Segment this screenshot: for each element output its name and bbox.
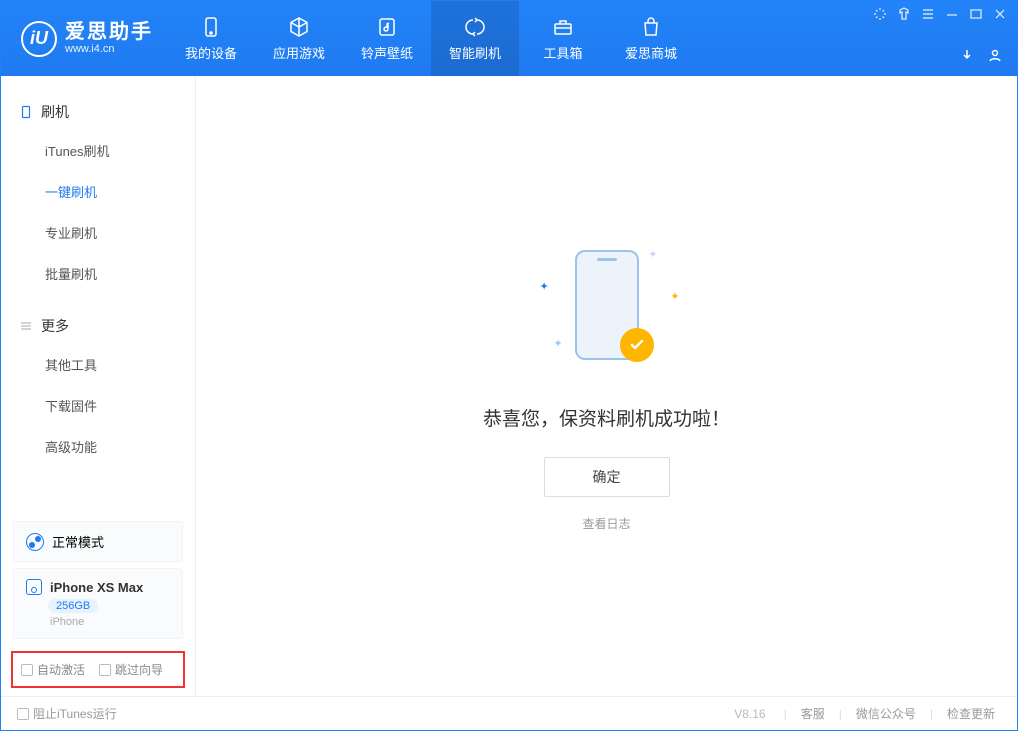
header: iU 爱思助手 www.i4.cn 我的设备 应用游戏 铃声壁纸 智能刷机 [1,1,1017,76]
device-name: iPhone XS Max [50,580,143,595]
mode-label: 正常模式 [52,532,104,551]
app-window: iU 爱思助手 www.i4.cn 我的设备 应用游戏 铃声壁纸 智能刷机 [0,0,1018,731]
device-mode-card[interactable]: 正常模式 [13,521,183,562]
footer: 阻止iTunes运行 V8.16 | 客服 | 微信公众号 | 检查更新 [1,696,1017,730]
device-card[interactable]: iPhone XS Max 256GB iPhone [13,568,183,639]
logo-icon: iU [21,21,57,57]
download-button[interactable] [959,47,975,68]
body: 刷机 iTunes刷机 一键刷机 专业刷机 批量刷机 更多 其他工具 下载固件 … [1,76,1017,696]
sidebar-group-flash: 刷机 [1,94,195,130]
sidebar-item-advanced[interactable]: 高级功能 [1,426,195,467]
device-type: iPhone [50,616,170,628]
footer-link-wechat[interactable]: 微信公众号 [850,705,922,722]
footer-link-update[interactable]: 检查更新 [941,705,1001,722]
theme-icon[interactable] [873,7,887,21]
sidebar-item-pro-flash[interactable]: 专业刷机 [1,212,195,253]
app-title: 爱思助手 [65,21,153,43]
sparkle-icon: ✦ [554,337,563,350]
sidebar: 刷机 iTunes刷机 一键刷机 专业刷机 批量刷机 更多 其他工具 下载固件 … [1,76,196,696]
footer-link-support[interactable]: 客服 [795,705,831,722]
check-badge-icon [620,328,654,362]
skin-icon[interactable] [897,7,911,21]
device-small-icon [26,579,42,595]
sidebar-group-more: 更多 [1,308,195,344]
device-icon [199,15,223,39]
minimize-icon[interactable] [945,7,959,21]
view-log-link[interactable]: 查看日志 [582,515,630,532]
close-icon[interactable] [993,7,1007,21]
account-button[interactable] [987,47,1003,68]
nav-flash[interactable]: 智能刷机 [431,1,519,76]
bag-icon [639,15,663,39]
success-message: 恭喜您，保资料刷机成功啦！ [483,404,730,431]
sidebar-item-batch-flash[interactable]: 批量刷机 [1,253,195,294]
sparkle-icon: ✦ [648,248,657,261]
storage-pill: 256GB [48,599,98,613]
toolbox-icon [551,15,575,39]
list-icon [19,319,33,333]
main-content: ✦ ✦ ✦ ✦ 恭喜您，保资料刷机成功啦！ 确定 查看日志 [196,76,1017,696]
cube-icon [287,15,311,39]
sparkle-icon: ✦ [670,290,679,303]
version-label: V8.16 [734,707,765,721]
nav-store[interactable]: 爱思商城 [607,1,695,76]
highlight-options: 自动激活 跳过向导 [11,651,185,688]
auto-activate-checkbox[interactable]: 自动激活 [21,661,85,678]
app-url: www.i4.cn [65,43,153,55]
sparkle-icon: ✦ [540,280,549,293]
menu-icon[interactable] [921,7,935,21]
nav-ringtones[interactable]: 铃声壁纸 [343,1,431,76]
sidebar-item-itunes-flash[interactable]: iTunes刷机 [1,130,195,171]
sidebar-item-download-firmware[interactable]: 下载固件 [1,385,195,426]
nav-toolbox[interactable]: 工具箱 [519,1,607,76]
window-controls [873,7,1007,21]
mode-icon [26,533,44,551]
nav-my-device[interactable]: 我的设备 [167,1,255,76]
refresh-icon [463,15,487,39]
skip-guide-checkbox[interactable]: 跳过向导 [99,661,163,678]
phone-small-icon [19,105,33,119]
logo: iU 爱思助手 www.i4.cn [1,1,167,76]
main-nav: 我的设备 应用游戏 铃声壁纸 智能刷机 工具箱 爱思商城 [167,1,695,76]
music-icon [375,15,399,39]
sidebar-item-oneclick-flash[interactable]: 一键刷机 [1,171,195,212]
ok-button[interactable]: 确定 [544,457,670,497]
maximize-icon[interactable] [969,7,983,21]
nav-apps[interactable]: 应用游戏 [255,1,343,76]
sidebar-item-other-tools[interactable]: 其他工具 [1,344,195,385]
success-illustration: ✦ ✦ ✦ ✦ [522,240,692,380]
block-itunes-checkbox[interactable]: 阻止iTunes运行 [17,705,117,722]
